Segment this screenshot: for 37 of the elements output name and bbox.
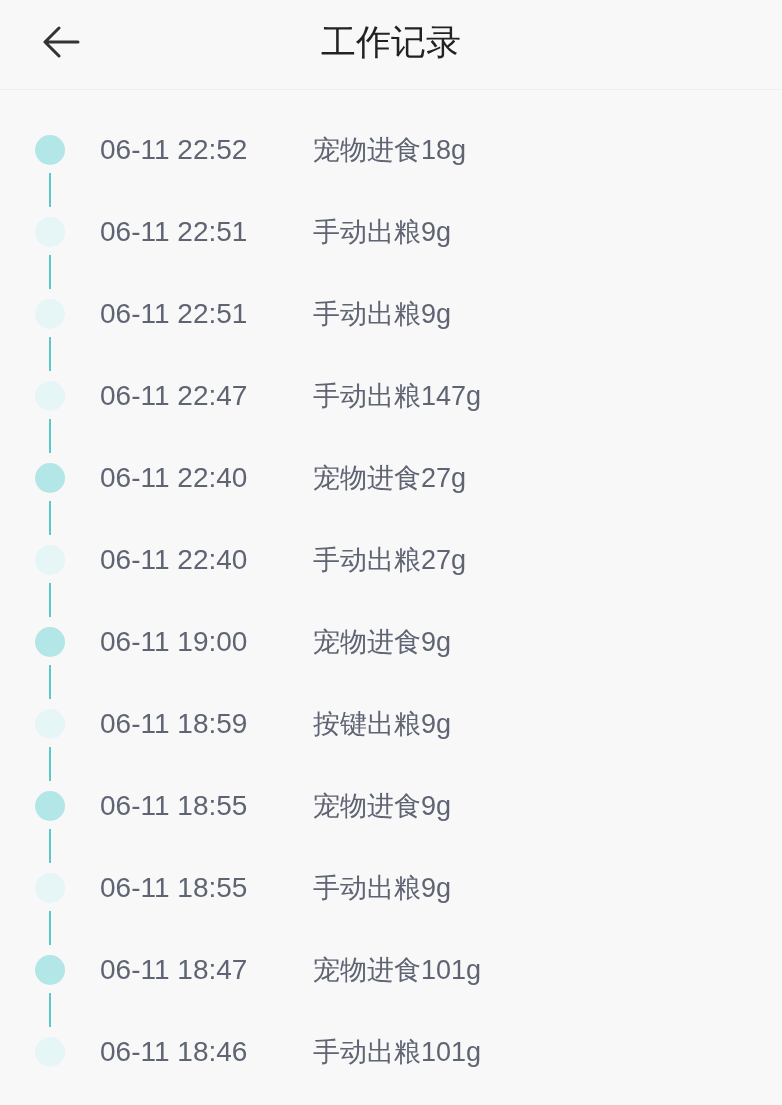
- record-time: 06-11 22:51: [100, 298, 249, 330]
- record-event: 手动出粮9g: [313, 216, 452, 249]
- record-time: 06-11 19:00: [100, 626, 249, 658]
- timeline-connector: [49, 337, 51, 371]
- record-event: 宠物进食18g: [313, 134, 467, 167]
- timeline-connector: [49, 173, 51, 207]
- record-time: 06-11 22:40: [100, 544, 249, 576]
- record-time: 06-11 18:59: [100, 708, 249, 740]
- timeline-connector: [49, 911, 51, 945]
- timeline-connector: [49, 665, 51, 699]
- record-event: 宠物进食9g: [313, 626, 452, 659]
- timeline-connector: [49, 501, 51, 535]
- record-event: 宠物进食101g: [313, 954, 482, 987]
- record-event: 手动出粮27g: [313, 544, 467, 577]
- record-time: 06-11 22:52: [100, 134, 249, 166]
- record-time: 06-11 18:55: [100, 790, 249, 822]
- record-event: 手动出粮9g: [313, 872, 452, 905]
- timeline-connector: [49, 747, 51, 781]
- page-title: 工作记录: [321, 21, 461, 63]
- record-event: 宠物进食27g: [313, 462, 467, 495]
- record-time: 06-11 22:51: [100, 216, 249, 248]
- record-event: 手动出粮101g: [313, 1036, 482, 1069]
- record-event: 宠物进食9g: [313, 790, 452, 823]
- record-time: 06-11 18:46: [100, 1036, 249, 1068]
- timeline-connector: [49, 829, 51, 863]
- record-time: 06-11 22:40: [100, 462, 249, 494]
- timeline-connector: [49, 583, 51, 617]
- record-time: 06-11 18:55: [100, 872, 249, 904]
- record-event: 手动出粮147g: [313, 380, 482, 413]
- back-arrow-icon: [42, 26, 80, 58]
- record-event: 手动出粮9g: [313, 298, 452, 331]
- timeline-connector: [49, 993, 51, 1027]
- timeline-connector: [49, 419, 51, 453]
- timeline-connector: [49, 255, 51, 289]
- record-event: 按键出粮9g: [313, 708, 452, 741]
- record-time: 06-11 18:47: [100, 954, 249, 986]
- record-time: 06-11 22:47: [100, 380, 249, 412]
